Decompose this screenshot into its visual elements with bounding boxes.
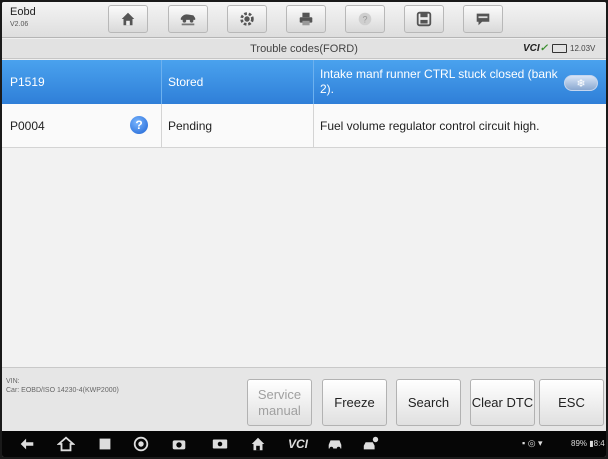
gear-icon [240, 12, 254, 26]
vehicle-lift-icon [180, 14, 196, 26]
recent-apps-icon [99, 438, 111, 450]
browser-button[interactable] [132, 435, 150, 453]
settings-button[interactable] [227, 5, 267, 33]
top-toolbar: Eobd V2.06 ? [2, 2, 606, 38]
vci-status: VCI✓ [523, 43, 548, 54]
android-home-button[interactable] [57, 435, 75, 453]
vci-connected-icon: ✓ [539, 43, 549, 54]
chrome-icon [133, 436, 149, 452]
svg-text:?: ? [362, 15, 367, 25]
car-icon [328, 440, 342, 451]
vehicle-lift-button[interactable] [168, 5, 208, 33]
help-icon: ? [358, 12, 372, 26]
esc-button[interactable]: ESC [539, 379, 604, 426]
chat-icon [476, 13, 490, 26]
vci-label: VCI [523, 43, 540, 54]
maxisys-home-button[interactable] [249, 435, 267, 453]
freeze-button[interactable]: Freeze [322, 379, 387, 426]
dtc-row[interactable]: P1519 Stored Intake manf runner CTRL stu… [2, 60, 606, 104]
service-manual-button[interactable]: Service manual [247, 379, 312, 426]
camera-icon [172, 440, 186, 450]
vehicle-button[interactable] [326, 435, 344, 453]
save-icon [416, 11, 432, 27]
dtc-status: Pending [162, 104, 314, 148]
dtc-code: P1519 [2, 60, 162, 104]
car-service-icon [363, 436, 379, 450]
status-text: 89% ▮8:4 [571, 439, 605, 448]
vci-icon[interactable]: VCI [286, 435, 310, 453]
vin-label: VIN: [6, 378, 20, 385]
dtc-description: Fuel volume regulator control circuit hi… [320, 118, 540, 133]
app-window: Eobd V2.06 ? Trouble codes(FORD) VCI✓ 12… [2, 2, 606, 457]
dtc-row[interactable]: P0004 ? Pending Fuel volume regulator co… [2, 104, 606, 148]
screen-record-icon [212, 439, 228, 449]
system-nav-bar: VCI ▪ ◎ ▾ 89% ▮8:4 [2, 431, 606, 457]
maxisys-home-icon [251, 437, 265, 451]
recent-apps-button[interactable] [96, 435, 114, 453]
home-icon [121, 12, 135, 26]
dtc-status: Stored [162, 60, 314, 104]
screen-record-button[interactable] [211, 435, 229, 453]
app-title: Eobd [10, 6, 36, 18]
camera-button[interactable] [170, 435, 188, 453]
screen-title: Trouble codes(FORD) [250, 43, 358, 55]
print-button[interactable] [286, 5, 326, 33]
back-button[interactable] [18, 435, 36, 453]
help-icon[interactable]: ? [130, 116, 148, 134]
dtc-table: P1519 Stored Intake manf runner CTRL stu… [2, 60, 606, 367]
vehicle-service-button[interactable] [362, 435, 380, 453]
save-button[interactable] [404, 5, 444, 33]
battery-voltage: 12.03V [570, 44, 596, 53]
home-icon [57, 436, 75, 452]
car-protocol-label: Car: EOBD/ISO 14230-4(KWP2000) [6, 387, 119, 394]
status-icons: ▪ ◎ ▾ [522, 438, 543, 448]
clear-dtc-button[interactable]: Clear DTC [470, 379, 535, 426]
footer-bar: VIN: Car: EOBD/ISO 14230-4(KWP2000) Serv… [2, 367, 606, 431]
dtc-description: Intake manf runner CTRL stuck closed (ba… [320, 67, 558, 96]
back-icon [20, 438, 34, 450]
app-version: V2.06 [10, 21, 29, 28]
help-button[interactable]: ? [345, 5, 385, 33]
battery-icon [552, 44, 567, 53]
message-button[interactable] [463, 5, 503, 33]
screen-header: Trouble codes(FORD) VCI✓ 12.03V [2, 39, 606, 59]
home-button[interactable] [108, 5, 148, 33]
printer-icon [299, 12, 313, 26]
search-button[interactable]: Search [396, 379, 461, 426]
freeze-frame-icon[interactable]: ❄ [564, 75, 598, 91]
